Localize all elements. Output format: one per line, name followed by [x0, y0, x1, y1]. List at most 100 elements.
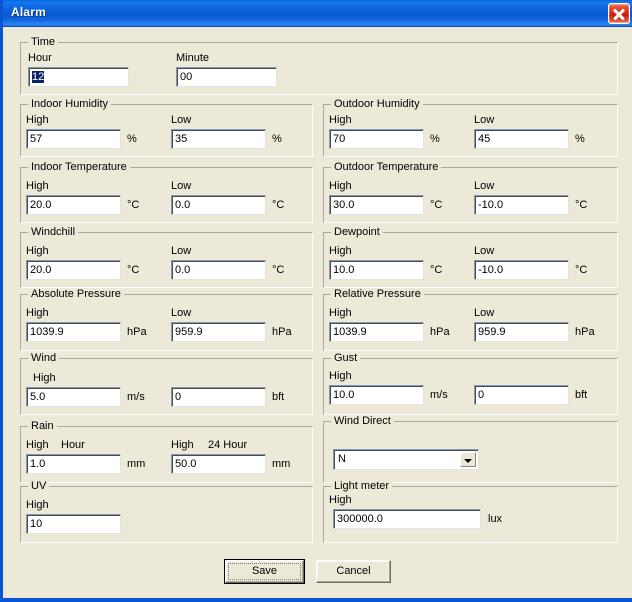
- label-windchill-high: High: [26, 245, 49, 257]
- label-relative-pressure-high: High: [329, 307, 352, 319]
- group-light-meter: Light meter High 300000.0 lux: [323, 480, 618, 543]
- input-indoor-temperature-low[interactable]: 0.0: [171, 195, 266, 215]
- group-absolute-pressure: Absolute Pressure High 1039.9 hPa Low 95…: [20, 288, 313, 351]
- title-bar[interactable]: Alarm: [3, 0, 632, 27]
- input-outdoor-temperature-high[interactable]: 30.0: [329, 195, 424, 215]
- group-dewpoint-legend: Dewpoint: [331, 226, 383, 238]
- input-rain-hour[interactable]: 1.0: [26, 454, 121, 474]
- input-indoor-humidity-low-value: 35: [175, 133, 188, 145]
- input-wind-high-bft-value: 0: [175, 391, 182, 403]
- input-indoor-humidity-high[interactable]: 57: [26, 129, 121, 149]
- input-windchill-low[interactable]: 0.0: [171, 260, 266, 280]
- input-time-hour[interactable]: 12: [28, 67, 129, 87]
- group-indoor-humidity: Indoor Humidity High 57 % Low 35 %: [20, 98, 313, 157]
- input-indoor-humidity-high-value: 57: [30, 133, 43, 145]
- label-indoor-temperature-high: High: [26, 180, 49, 192]
- group-wind-direct-legend: Wind Direct: [331, 415, 394, 427]
- input-relative-pressure-high[interactable]: 1039.9: [329, 322, 424, 342]
- label-rain-hour: Hour: [61, 439, 85, 451]
- window-title: Alarm: [11, 5, 47, 19]
- label-rain-hour-high: High: [26, 439, 49, 451]
- label-outdoor-temperature-low: Low: [474, 180, 495, 192]
- input-absolute-pressure-low[interactable]: 959.9: [171, 322, 266, 342]
- input-time-hour-value: 12: [32, 71, 45, 83]
- alarm-dialog-window: Alarm Time Hour 12 Minute 00 Indoor Humi…: [0, 0, 632, 602]
- input-outdoor-humidity-low[interactable]: 45: [474, 129, 569, 149]
- cancel-button[interactable]: Cancel: [316, 560, 391, 583]
- input-windchill-high-value: 20.0: [30, 264, 52, 276]
- unit-indoor-temperature-high: °C: [127, 199, 140, 211]
- group-indoor-humidity-legend: Indoor Humidity: [28, 98, 112, 110]
- input-time-minute-value: 00: [180, 71, 193, 83]
- unit-windchill-high: °C: [127, 264, 140, 276]
- label-time-hour: Hour: [28, 52, 52, 64]
- group-dewpoint: Dewpoint High 10.0 °C Low -10.0 °C: [323, 226, 618, 288]
- label-indoor-humidity-high: High: [26, 114, 49, 126]
- group-indoor-temperature: Indoor Temperature High 20.0 °C Low 0.0 …: [20, 161, 313, 223]
- group-gust-legend: Gust: [331, 352, 361, 364]
- input-gust-high-ms-value: 10.0: [333, 389, 355, 401]
- unit-outdoor-temperature-low: °C: [575, 199, 588, 211]
- select-wind-direct[interactable]: N: [333, 449, 479, 470]
- unit-indoor-temperature-low: °C: [272, 199, 285, 211]
- label-absolute-pressure-high: High: [26, 307, 49, 319]
- input-dewpoint-high[interactable]: 10.0: [329, 260, 424, 280]
- unit-indoor-humidity-low: %: [272, 133, 282, 145]
- dialog-client-area: Time Hour 12 Minute 00 Indoor Humidity H…: [6, 27, 632, 598]
- input-uv-high-value: 10: [30, 518, 43, 530]
- input-wind-high-ms[interactable]: 5.0: [26, 387, 121, 407]
- group-windchill-legend: Windchill: [28, 226, 79, 238]
- input-time-minute[interactable]: 00: [176, 67, 277, 87]
- label-outdoor-humidity-low: Low: [474, 114, 495, 126]
- group-outdoor-temperature-legend: Outdoor Temperature: [331, 161, 442, 173]
- input-indoor-humidity-low[interactable]: 35: [171, 129, 266, 149]
- input-uv-high[interactable]: 10: [26, 514, 121, 534]
- group-wind-direct: Wind Direct N: [323, 415, 618, 483]
- unit-wind-high-ms: m/s: [127, 391, 145, 403]
- close-icon[interactable]: [608, 3, 630, 24]
- unit-relative-pressure-low: hPa: [575, 326, 595, 338]
- label-dewpoint-high: High: [329, 245, 352, 257]
- input-relative-pressure-low-value: 959.9: [478, 326, 506, 338]
- input-outdoor-humidity-low-value: 45: [478, 133, 491, 145]
- input-indoor-temperature-high[interactable]: 20.0: [26, 195, 121, 215]
- cancel-button-label: Cancel: [336, 565, 371, 577]
- input-rain-24h[interactable]: 50.0: [171, 454, 266, 474]
- label-rain-24h-high: High: [171, 439, 194, 451]
- chevron-down-icon-glyph: [464, 459, 472, 463]
- label-time-minute: Minute: [176, 52, 210, 64]
- group-gust: Gust High 10.0 m/s 0 bft: [323, 352, 618, 415]
- unit-dewpoint-high: °C: [430, 264, 443, 276]
- input-outdoor-humidity-high-value: 70: [333, 133, 346, 145]
- chevron-down-icon[interactable]: [460, 452, 476, 467]
- input-rain-24h-value: 50.0: [175, 458, 197, 470]
- input-outdoor-temperature-low[interactable]: -10.0: [474, 195, 569, 215]
- label-indoor-temperature-low: Low: [171, 180, 192, 192]
- select-wind-direct-value: N: [338, 453, 346, 465]
- input-wind-high-bft[interactable]: 0: [171, 387, 266, 407]
- input-outdoor-temperature-low-value: -10.0: [478, 199, 504, 211]
- group-rain: Rain High Hour 1.0 mm High 24 Hour 50.0 …: [20, 420, 313, 483]
- label-indoor-humidity-low: Low: [171, 114, 192, 126]
- input-dewpoint-low-value: -10.0: [478, 264, 504, 276]
- input-absolute-pressure-high[interactable]: 1039.9: [26, 322, 121, 342]
- label-uv-high: High: [26, 499, 49, 511]
- unit-indoor-humidity-high: %: [127, 133, 137, 145]
- input-windchill-high[interactable]: 20.0: [26, 260, 121, 280]
- label-rain-24h: 24 Hour: [208, 439, 248, 451]
- input-gust-high-ms[interactable]: 10.0: [329, 385, 424, 405]
- group-indoor-temperature-legend: Indoor Temperature: [28, 161, 130, 173]
- label-outdoor-humidity-high: High: [329, 114, 352, 126]
- input-gust-high-bft[interactable]: 0: [474, 385, 569, 405]
- input-relative-pressure-low[interactable]: 959.9: [474, 322, 569, 342]
- label-wind-high: High: [33, 372, 56, 384]
- label-gust-high: High: [329, 370, 352, 382]
- group-uv: UV High 10: [20, 480, 313, 543]
- unit-gust-high-ms: m/s: [430, 389, 448, 401]
- input-outdoor-humidity-high[interactable]: 70: [329, 129, 424, 149]
- label-relative-pressure-low: Low: [474, 307, 495, 319]
- input-dewpoint-low[interactable]: -10.0: [474, 260, 569, 280]
- group-rain-legend: Rain: [28, 420, 57, 432]
- save-button[interactable]: Save: [224, 559, 305, 584]
- input-light-meter-high[interactable]: 300000.0: [333, 509, 481, 529]
